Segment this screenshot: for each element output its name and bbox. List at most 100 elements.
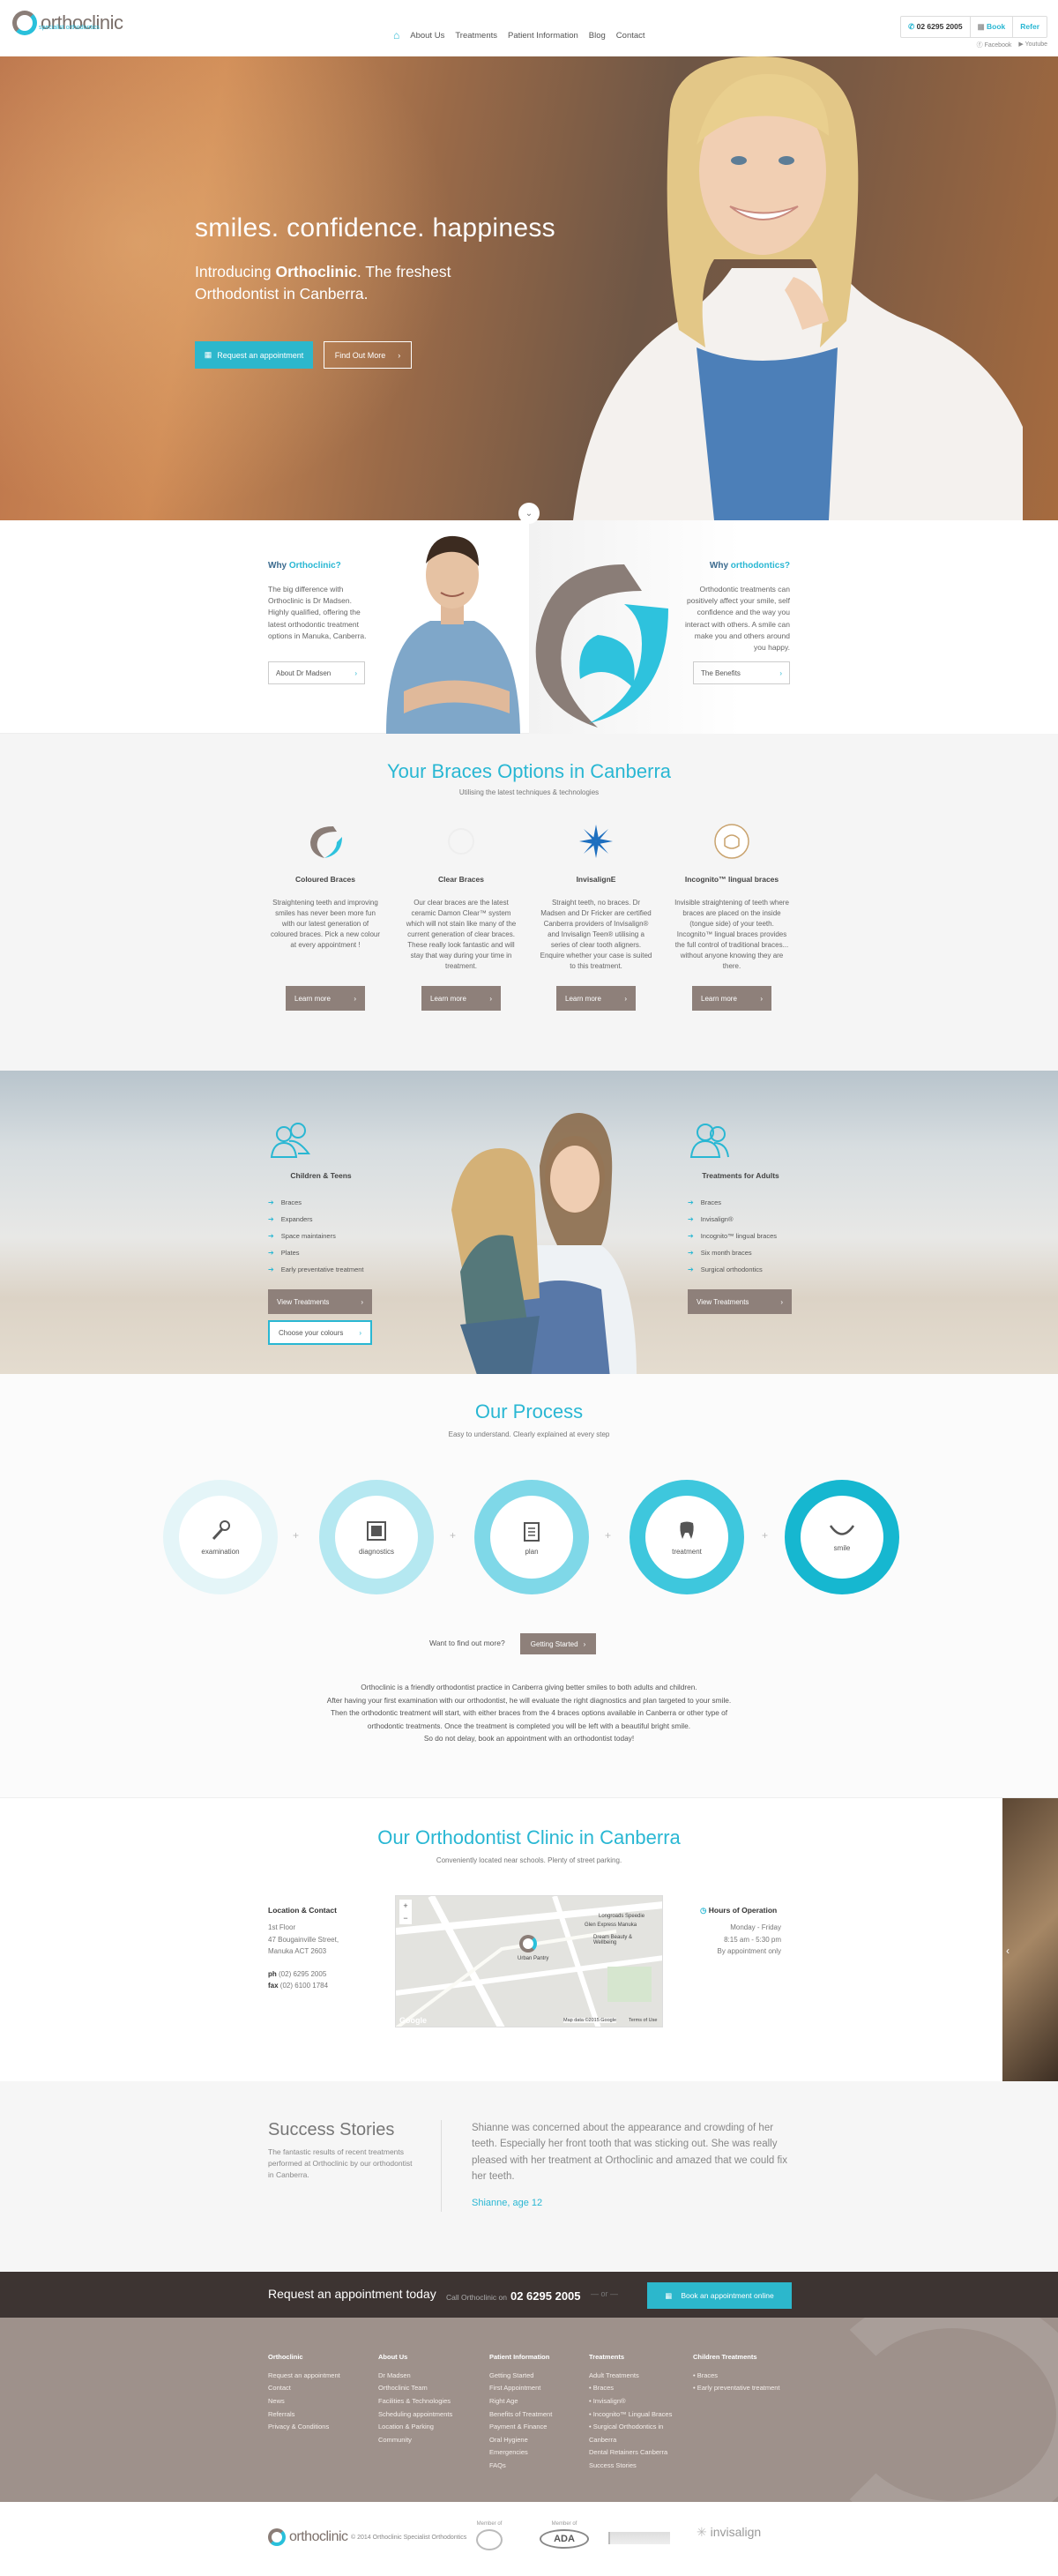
footer-link[interactable]: Contact (268, 2382, 340, 2395)
list-item[interactable]: Plates (268, 1244, 374, 1261)
footer-link[interactable]: Getting Started (489, 2370, 552, 2383)
find-out-more-button[interactable]: Find Out More › (324, 341, 412, 369)
footer-sublink[interactable]: • Braces (589, 2382, 684, 2395)
footer-link[interactable]: FAQs (489, 2460, 552, 2473)
learn-more-button[interactable]: Learn more › (692, 986, 771, 1011)
scroll-down-icon[interactable]: ⌄ (518, 503, 540, 524)
map-zoom-controls[interactable]: + − (399, 1900, 412, 1924)
the-benefits-button[interactable]: The Benefits › (693, 661, 790, 684)
logo-tagline: specialist orthodontics (39, 25, 100, 31)
society-logo-icon (608, 2532, 670, 2544)
step-inner: treatment (645, 1496, 728, 1579)
footer-link[interactable]: Right Age (489, 2395, 552, 2408)
address-line: 47 Bougainville Street, (268, 1935, 339, 1944)
footer-link[interactable]: Adult Treatments (589, 2370, 684, 2383)
footer-link[interactable]: News (268, 2395, 340, 2408)
footer-link[interactable]: Payment & Finance (489, 2421, 552, 2434)
facebook-link[interactable]: ⓕ Facebook (977, 41, 1012, 49)
footer-col-children: Children Treatments • Braces • Early pre… (693, 2351, 780, 2395)
clinic-map[interactable]: + − Longroads Speedie Glen Express Manuka… (395, 1895, 663, 2027)
list-item[interactable]: Space maintainers (268, 1228, 374, 1244)
list-item[interactable]: Six month braces (688, 1244, 794, 1261)
footer-link[interactable]: Emergencies (489, 2446, 552, 2460)
list-item[interactable]: Braces (268, 1194, 374, 1211)
hours-heading-label: Hours of Operation (708, 1906, 778, 1915)
nav-about[interactable]: About Us (410, 31, 444, 41)
footer-link[interactable]: Request an appointment (268, 2370, 340, 2383)
about-dr-madsen-button[interactable]: About Dr Madsen › (268, 661, 365, 684)
footer-link[interactable]: Referrals (268, 2408, 340, 2422)
request-appointment-button[interactable]: ▦ Request an appointment (195, 341, 313, 369)
mother-child-image (451, 1113, 637, 1374)
footer-link[interactable]: Privacy & Conditions (268, 2421, 340, 2434)
header-actions: ✆ 02 6295 2005 ▦ Book Refer (900, 16, 1047, 38)
footer-sublink[interactable]: • Invisalign® (589, 2395, 684, 2408)
nav-patient-info[interactable]: Patient Information (508, 31, 578, 41)
fax-label: fax (268, 1982, 279, 1990)
hero-subtitle: Introducing Orthoclinic. The freshest Or… (195, 261, 512, 304)
footer-swirl-graphic (811, 2318, 1058, 2502)
footer-sublink[interactable]: • Incognito™ Lingual Braces (589, 2408, 684, 2422)
learn-more-button[interactable]: Learn more › (286, 986, 365, 1011)
nav-treatments[interactable]: Treatments (455, 31, 497, 41)
footer-link[interactable]: Facilities & Technologies (378, 2395, 452, 2408)
treatments-section: Children & Teens Braces Expanders Space … (0, 1071, 1058, 1374)
list-item[interactable]: Incognito™ lingual braces (688, 1228, 794, 1244)
learn-more-label: Learn more (430, 994, 466, 1003)
home-icon[interactable]: ⌂ (393, 29, 399, 41)
footer-link[interactable]: Community (378, 2434, 452, 2447)
view-children-treatments-button[interactable]: View Treatments › (268, 1289, 372, 1314)
list-item[interactable]: Expanders (268, 1211, 374, 1228)
the-benefits-label: The Benefits (701, 668, 741, 677)
adults-icon (689, 1124, 729, 1158)
logo-mark-icon (268, 2528, 286, 2546)
call-phone[interactable]: 02 6295 2005 (510, 2289, 581, 2303)
success-stories-section: Success Stories The fantastic results of… (0, 2081, 1058, 2272)
footer-sublink[interactable]: • Early preventative treatment (693, 2382, 780, 2395)
getting-started-button[interactable]: Getting Started › (520, 1633, 596, 1654)
header-phone[interactable]: ✆ 02 6295 2005 (901, 17, 971, 37)
footer-link[interactable]: Oral Hygiene (489, 2434, 552, 2447)
logo[interactable]: orthoclinic (12, 11, 123, 35)
footer-link[interactable]: Success Stories (589, 2460, 684, 2473)
map-terms-link[interactable]: Terms of Use (629, 2018, 657, 2023)
nav-contact[interactable]: Contact (616, 31, 645, 41)
footer-col-patient-info: Patient Information Getting Started Firs… (489, 2351, 552, 2473)
choose-colours-button[interactable]: Choose your colours › (268, 1320, 372, 1345)
list-item[interactable]: Braces (688, 1194, 794, 1211)
footer-link[interactable]: First Appointment (489, 2382, 552, 2395)
list-item[interactable]: Early preventative treatment (268, 1261, 374, 1278)
nav-blog[interactable]: Blog (589, 31, 606, 41)
youtube-link[interactable]: ▶ Youtube (1018, 41, 1047, 49)
children-treatment-list: Braces Expanders Space maintainers Plate… (268, 1194, 374, 1278)
footer-link[interactable]: Orthoclinic Team (378, 2382, 452, 2395)
learn-more-button[interactable]: Learn more › (556, 986, 636, 1011)
footer-link[interactable]: Dr Madsen (378, 2370, 452, 2383)
footer-link[interactable]: Benefits of Treatment (489, 2408, 552, 2422)
footer-heading: Treatments (589, 2353, 625, 2361)
youtube-label: Youtube (1024, 41, 1047, 48)
footer-sublink[interactable]: • Braces (693, 2370, 780, 2383)
header-book-button[interactable]: ▦ Book (971, 17, 1014, 37)
footer-link[interactable]: Dental Retainers Canberra (589, 2446, 684, 2460)
step-label: plan (525, 1547, 539, 1556)
header-refer-button[interactable]: Refer (1013, 17, 1047, 37)
footer-logo[interactable]: orthoclinic (268, 2528, 348, 2546)
footer-link[interactable]: Location & Parking (378, 2421, 452, 2434)
footer-link[interactable]: Scheduling appointments (378, 2408, 452, 2422)
chevron-right-icon: › (779, 668, 782, 677)
list-item[interactable]: Surgical orthodontics (688, 1261, 794, 1278)
call-text: Call Orthoclinic on 02 6295 2005 (446, 2289, 581, 2303)
learn-more-button[interactable]: Learn more › (421, 986, 501, 1011)
view-adult-treatments-button[interactable]: View Treatments › (688, 1289, 792, 1314)
footer-sublink[interactable]: • Surgical Orthodontics in Canberra (589, 2421, 684, 2446)
book-online-button[interactable]: ▦ Book an appointment online (647, 2282, 792, 2309)
phone-value[interactable]: (02) 6295 2005 (279, 1970, 326, 1978)
footer-heading: Orthoclinic (268, 2353, 303, 2361)
carousel-prev-icon[interactable]: ‹ (1006, 1945, 1010, 1957)
hours-line: By appointment only (717, 1947, 782, 1956)
clinic-map-marker-icon[interactable] (519, 1935, 537, 1953)
option-incognito: Incognito™ lingual braces Invisible stra… (674, 822, 789, 1011)
list-item[interactable]: Invisalign® (688, 1211, 794, 1228)
mirror-tool-icon (212, 1519, 230, 1540)
